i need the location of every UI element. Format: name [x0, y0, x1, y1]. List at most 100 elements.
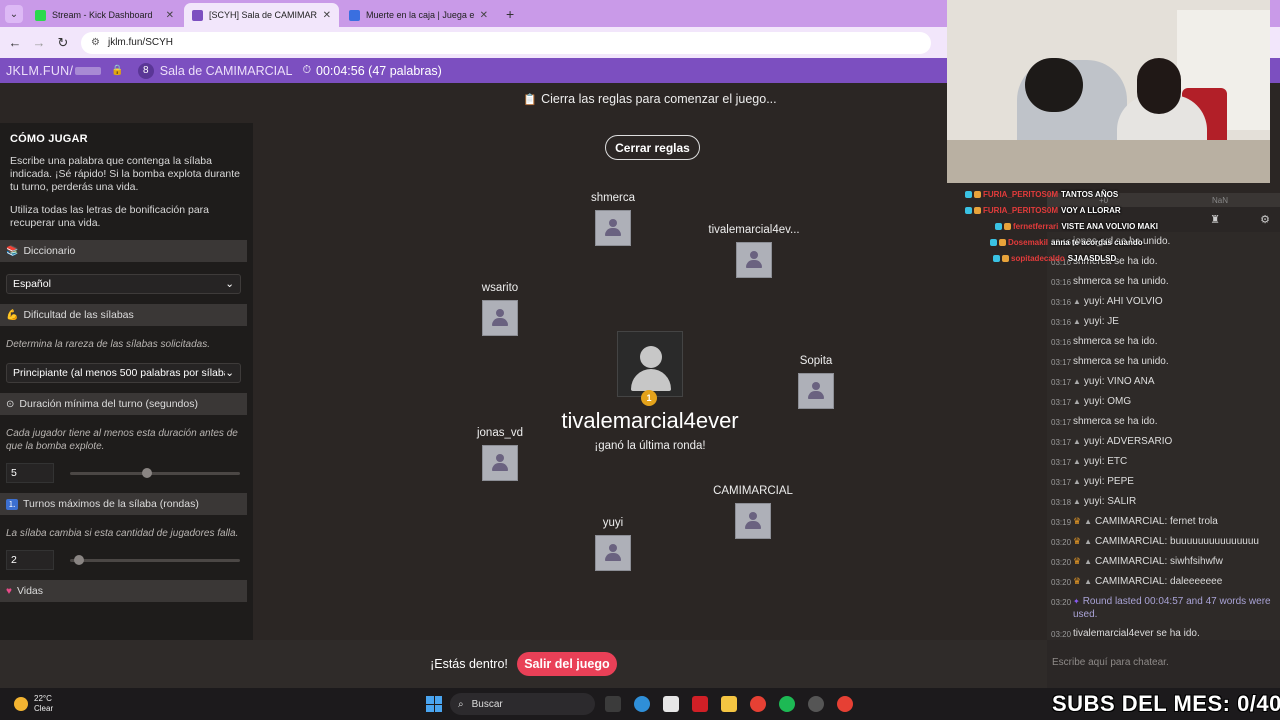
- leave-game-button[interactable]: Salir del juego: [516, 652, 617, 676]
- badge-icon: [965, 190, 972, 198]
- chat-text-wrap: shmerca se ha unido.: [1073, 355, 1280, 368]
- close-tab-icon[interactable]: ✕: [166, 10, 174, 21]
- chat-message: 03:20 ♛ ▲ CAMIMARCIAL: siwhfsihwfw: [1047, 552, 1280, 572]
- player-name: wsarito: [481, 282, 519, 294]
- browser-tab[interactable]: Stream - Kick Dashboard ✕: [27, 3, 182, 27]
- player-avatar: [735, 503, 771, 539]
- file-explorer-icon[interactable]: [721, 696, 737, 712]
- taskbar-search[interactable]: ⌕ Buscar: [450, 693, 595, 715]
- slider-handle[interactable]: [73, 554, 84, 565]
- chat-text: CAMIMARCIAL: buuuuuuuuuuuuuuu: [1095, 536, 1259, 547]
- clock-icon: ⊙: [6, 398, 15, 410]
- site-brand[interactable]: JKLM.FUN/: [6, 64, 73, 78]
- new-tab-icon[interactable]: +: [506, 6, 514, 22]
- max-turns-section: ⒈ Turnos máximos de la sílaba (rondas): [0, 493, 247, 515]
- chat-text: tivalemarcial4ever se ha ido.: [1073, 628, 1200, 639]
- max-turns-slider[interactable]: [70, 554, 240, 565]
- max-turns-control: 2: [6, 550, 253, 570]
- chat-text: yuyi: PEPE: [1083, 476, 1134, 487]
- min-turn-slider[interactable]: [70, 467, 240, 478]
- chat-message: 03:19 ♛ ▲ CAMIMARCIAL: fernet trola: [1047, 512, 1280, 532]
- browser-tab-active[interactable]: [SCYH] Sala de CAMIMARCIAL ✕: [184, 3, 339, 27]
- chat-text-wrap: ▲ yuyi: VINO ANA: [1073, 375, 1280, 388]
- system-icon: ✦: [1073, 597, 1080, 606]
- weather-sun-icon: [14, 697, 28, 711]
- close-tab-icon[interactable]: ✕: [323, 10, 331, 21]
- slider-handle[interactable]: [141, 467, 152, 478]
- min-turn-input[interactable]: 5: [6, 463, 54, 483]
- dictionary-select[interactable]: Español ⌄: [6, 274, 241, 294]
- overlay-chat-line: fernetferrari VISTE ANA VOLVIO MAKI: [995, 218, 1195, 234]
- url-field[interactable]: ⚙ jklm.fun/SCYH: [81, 31, 931, 54]
- chat-message: 03:16 shmerca se ha unido.: [1047, 272, 1280, 292]
- max-turns-input[interactable]: 2: [6, 550, 54, 570]
- chat-text: shmerca se ha unido.: [1073, 276, 1169, 287]
- player-avatar: [595, 210, 631, 246]
- stat-value: NaN: [1212, 195, 1229, 205]
- player-name: shmerca: [590, 192, 636, 204]
- chat-text: shmerca se ha ido.: [1073, 336, 1158, 347]
- overlay-chat-line: Dosemakil anna te acordas cuando: [990, 234, 1195, 250]
- chat-timestamp: 03:17: [1051, 358, 1072, 367]
- edge-icon[interactable]: [634, 696, 650, 712]
- player-seat: yuyi: [573, 517, 653, 571]
- browser-tab[interactable]: Muerte en la caja | Juega en Ro ✕: [341, 3, 496, 27]
- tab-title: Muerte en la caja | Juega en Ro: [366, 10, 474, 20]
- chat-message: 03:17 ▲ yuyi: ETC: [1047, 452, 1280, 472]
- chrome-icon[interactable]: [750, 696, 766, 712]
- chat-text: Round lasted 00:04:57 and 47 words were …: [1073, 596, 1271, 620]
- player-seat: CAMIMARCIAL: [703, 485, 803, 539]
- start-menu-icon[interactable]: [426, 696, 442, 712]
- tab-list-menu-button[interactable]: ⌄: [5, 5, 23, 23]
- overlay-chat-text: VOY A LLORAR: [1060, 205, 1121, 215]
- player-avatar: [798, 373, 834, 409]
- netflix-icon[interactable]: [692, 696, 708, 712]
- chat-timestamp: 03:17: [1051, 438, 1072, 447]
- chat-input[interactable]: Escribe aquí para chatear.: [1047, 640, 1280, 688]
- forward-icon[interactable]: →: [27, 35, 51, 50]
- task-view-icon[interactable]: [605, 696, 621, 712]
- round-timer: 00:04:56 (47 palabras): [316, 63, 442, 78]
- users-icon[interactable]: ♜: [1210, 213, 1220, 226]
- lock-icon[interactable]: 🔒: [111, 65, 123, 76]
- chat-timestamp: 03:17: [1051, 458, 1072, 467]
- user-icon: [603, 542, 623, 564]
- player-seat: shmerca: [573, 192, 653, 246]
- weather-widget[interactable]: 22°C Clear: [14, 694, 53, 714]
- obs-icon[interactable]: [808, 696, 824, 712]
- user-icon: [744, 249, 764, 271]
- chat-text-wrap: shmerca se ha ido.: [1073, 335, 1280, 348]
- crown-icon: ♛: [1073, 556, 1082, 566]
- site-info-icon[interactable]: ⚙: [91, 37, 100, 48]
- chat-text-wrap: ♛ ▲ CAMIMARCIAL: buuuuuuuuuuuuuuu: [1073, 535, 1280, 548]
- badge-icon: [995, 222, 1002, 230]
- muscle-icon: 💪: [6, 309, 19, 321]
- user-icon: [490, 307, 510, 329]
- chat-message: 03:17 ▲ yuyi: VINO ANA: [1047, 372, 1280, 392]
- badge-icon: [974, 190, 981, 198]
- overlay-chat-user: fernetferrari: [1013, 221, 1059, 231]
- chat-timestamp: 03:20: [1051, 538, 1072, 547]
- chat-message: 03:17 shmerca se ha unido.: [1047, 352, 1280, 372]
- search-icon: ⌕: [458, 698, 464, 710]
- chat-timestamp: 03:20: [1051, 598, 1072, 607]
- rules-sidebar: CÓMO JUGAR Escribe una palabra que conte…: [0, 123, 253, 640]
- user-icon: [640, 346, 662, 368]
- store-icon[interactable]: [663, 696, 679, 712]
- user-icon: [490, 452, 510, 474]
- badge-icon: [965, 206, 972, 214]
- back-icon[interactable]: ←: [3, 35, 27, 50]
- close-tab-icon[interactable]: ✕: [480, 10, 488, 21]
- chat-log[interactable]: 03:16 jonas_vd se ha unido. 03:16 shmerca s…: [1047, 232, 1280, 640]
- chat-text-wrap: ♛ ▲ CAMIMARCIAL: daleeeeeee: [1073, 575, 1280, 588]
- section-label: Diccionario: [23, 245, 76, 257]
- chat-text-wrap: ▲ yuyi: JE: [1073, 315, 1280, 328]
- winner-name: tivalemarcial4ever: [561, 408, 739, 433]
- reload-icon[interactable]: ↻: [51, 35, 75, 51]
- close-rules-button[interactable]: Cerrar reglas: [605, 135, 700, 160]
- spotify-icon[interactable]: [779, 696, 795, 712]
- settings-icon[interactable]: ⚙: [1260, 213, 1270, 226]
- chrome-profile-icon[interactable]: [837, 696, 853, 712]
- chat-message: 03:20 ✦ Round lasted 00:04:57 and 47 words…: [1047, 592, 1280, 624]
- difficulty-select[interactable]: Principiante (al menos 500 palabras por …: [6, 363, 241, 383]
